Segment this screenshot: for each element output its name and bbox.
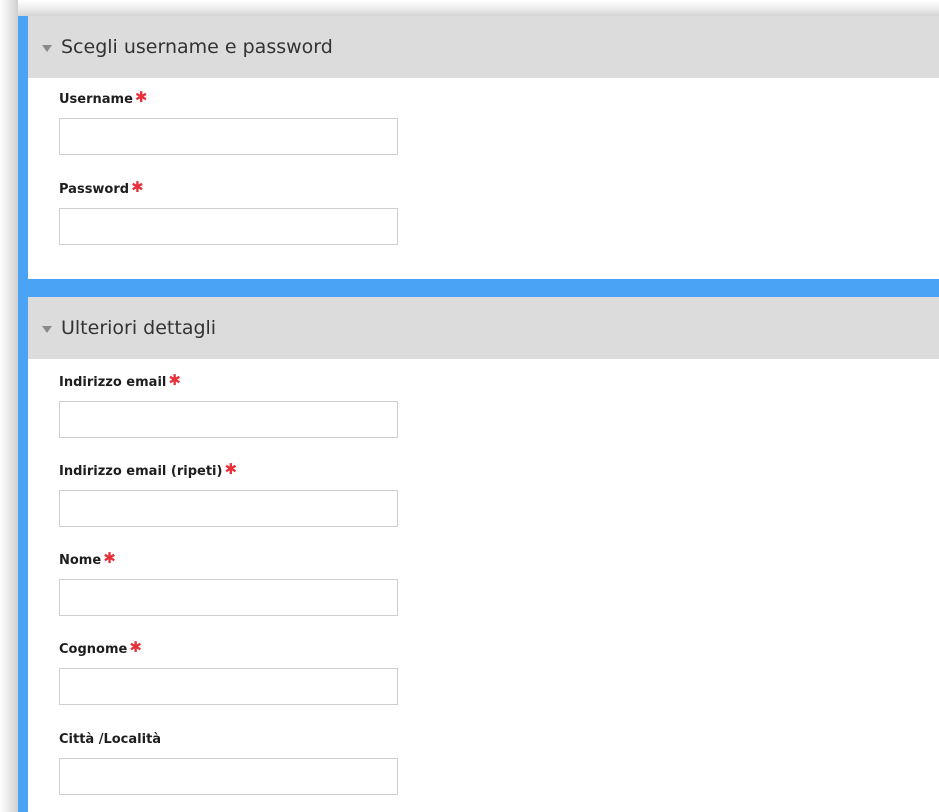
required-icon: ✱ <box>224 460 238 478</box>
required-icon: ✱ <box>168 371 181 389</box>
last-name-input[interactable] <box>59 668 398 705</box>
field-email-repeat: Indirizzo email (ripeti) ✱ <box>59 460 398 527</box>
page-frame: Scegli username e password Username ✱ Pa… <box>0 0 939 812</box>
fieldset-header-additional-details[interactable]: Ulteriori dettagli <box>28 297 939 359</box>
collapse-caret-icon <box>42 44 52 52</box>
fieldset-additional-details: Ulteriori dettagli Indirizzo email ✱ Ind… <box>28 297 939 812</box>
field-citta: Città /Località <box>59 732 398 795</box>
fieldset-title: Ulteriori dettagli <box>61 317 217 339</box>
section-divider <box>18 279 939 297</box>
field-label: Password <box>59 182 130 197</box>
password-input[interactable] <box>59 208 398 245</box>
field-label: Cognome <box>59 642 128 657</box>
field-username: Username ✱ <box>59 88 398 155</box>
username-input[interactable] <box>59 118 398 155</box>
field-label: Città /Località <box>59 732 162 747</box>
field-label: Username <box>59 92 133 107</box>
accent-bar <box>18 16 28 812</box>
email-input[interactable] <box>59 401 398 438</box>
fieldset-header-username-password[interactable]: Scegli username e password <box>28 16 939 78</box>
field-nome: Nome ✱ <box>59 549 398 616</box>
window-shadow-left <box>0 0 18 812</box>
required-icon: ✱ <box>131 178 144 196</box>
collapse-caret-icon <box>42 325 52 333</box>
first-name-input[interactable] <box>59 579 398 616</box>
fieldset-title: Scegli username e password <box>61 36 333 58</box>
field-label: Nome <box>59 553 102 568</box>
field-cognome: Cognome ✱ <box>59 638 398 705</box>
field-label: Indirizzo email <box>59 375 167 390</box>
window-shadow-top <box>18 0 939 16</box>
email-repeat-input[interactable] <box>59 490 398 527</box>
field-label: Indirizzo email (ripeti) <box>59 464 223 479</box>
required-icon: ✱ <box>129 638 142 656</box>
field-password: Password ✱ <box>59 178 398 245</box>
required-icon: ✱ <box>134 88 148 106</box>
required-icon: ✱ <box>103 549 116 567</box>
fieldset-username-password: Scegli username e password Username ✱ Pa… <box>28 16 939 279</box>
field-email: Indirizzo email ✱ <box>59 371 398 438</box>
city-input[interactable] <box>59 758 398 795</box>
